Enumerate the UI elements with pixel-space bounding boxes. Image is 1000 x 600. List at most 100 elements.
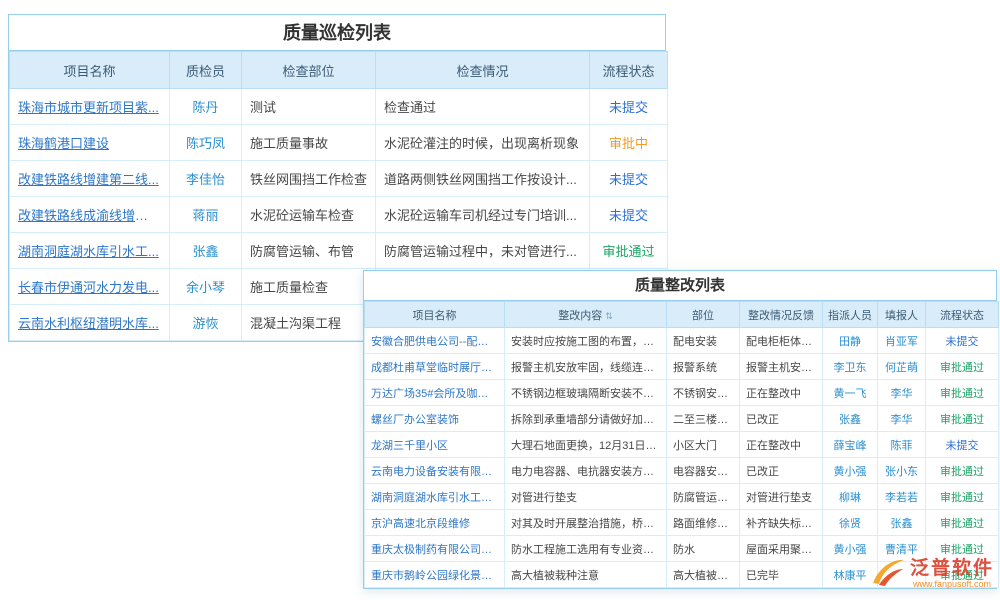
rectify-feedback: 正在整改中 [740, 380, 823, 406]
filler-name[interactable]: 李华 [878, 406, 926, 432]
assignee-name[interactable]: 柳琳 [823, 484, 878, 510]
rectify-part: 防水 [667, 536, 740, 562]
project-link[interactable]: 螺丝厂办公室装饰 [365, 406, 505, 432]
project-link[interactable]: 湖南洞庭湖水库引水工... [10, 233, 170, 269]
assignee-name[interactable]: 田静 [823, 328, 878, 354]
rectify-feedback: 报警主机安放... [740, 354, 823, 380]
project-link[interactable]: 安徽合肥供电公司--配电设备... [365, 328, 505, 354]
assignee-name[interactable]: 徐贤 [823, 510, 878, 536]
project-link[interactable]: 万达广场35#会所及咖啡厅空... [365, 380, 505, 406]
assignee-name[interactable]: 李卫东 [823, 354, 878, 380]
assignee-name[interactable]: 林康平 [823, 562, 878, 588]
watermark-brand: 泛普软件 [910, 559, 994, 579]
project-link[interactable]: 重庆市鹅岭公园绿化景观提升... [365, 562, 505, 588]
inspector-name[interactable]: 游恢 [170, 305, 242, 341]
project-link[interactable]: 京沪高速北京段维修 [365, 510, 505, 536]
table-row[interactable]: 改建铁路线成渝线增建第...蒋丽水泥砼运输车检查水泥砼运输车司机经过专门培训..… [10, 197, 668, 233]
project-link[interactable]: 改建铁路线增建第二线... [10, 161, 170, 197]
assignee-name[interactable]: 张鑫 [823, 406, 878, 432]
col-header-feedback: 整改情况反馈 [740, 302, 823, 328]
assignee-name[interactable]: 黄一飞 [823, 380, 878, 406]
table-row[interactable]: 珠海鹤港口建设陈巧凤施工质量事故水泥砼灌注的时候，出现离析现象审批中 [10, 125, 668, 161]
inspector-name[interactable]: 陈巧凤 [170, 125, 242, 161]
rectify-feedback: 已改正 [740, 458, 823, 484]
rectify-content: 不锈钢边框玻璃隔断安装不平... [505, 380, 667, 406]
filler-name[interactable]: 肖亚军 [878, 328, 926, 354]
rectify-part: 路面维修检... [667, 510, 740, 536]
status-badge: 未提交 [590, 161, 668, 197]
col-header-status: 流程状态 [926, 302, 999, 328]
table-row[interactable]: 湖南洞庭湖水库引水工程施工1标对管进行垫支防腐管运输...对管进行垫支柳琳李若若… [365, 484, 999, 510]
rectify-feedback: 配电柜柜体与... [740, 328, 823, 354]
filler-name[interactable]: 陈菲 [878, 432, 926, 458]
col-header-assignee: 指派人员 [823, 302, 878, 328]
inspection-situation: 水泥砼灌注的时候，出现离析现象 [376, 125, 590, 161]
project-link[interactable]: 云南电力设备安装有限公司20... [365, 458, 505, 484]
rectify-feedback: 补齐缺失标志... [740, 510, 823, 536]
assignee-name[interactable]: 黄小强 [823, 458, 878, 484]
rectify-part: 防腐管运输... [667, 484, 740, 510]
table-row[interactable]: 云南电力设备安装有限公司20...电力电容器、电抗器安装方案...电容器安装..… [365, 458, 999, 484]
col-header-location: 检查部位 [242, 52, 376, 89]
project-link[interactable]: 成都杜甫草堂临时展厅独立展... [365, 354, 505, 380]
status-badge: 未提交 [926, 432, 999, 458]
filler-name[interactable]: 李若若 [878, 484, 926, 510]
rectify-table-body: 安徽合肥供电公司--配电设备...安装时应按施工图的布置，将...配电安装配电柜… [365, 328, 999, 588]
filler-name[interactable]: 李华 [878, 380, 926, 406]
assignee-name[interactable]: 薛宝峰 [823, 432, 878, 458]
inspector-name[interactable]: 张鑫 [170, 233, 242, 269]
rectify-content: 对其及时开展整治措施，桥头... [505, 510, 667, 536]
project-link[interactable]: 珠海鹤港口建设 [10, 125, 170, 161]
status-badge: 审批通过 [926, 380, 999, 406]
filler-name[interactable]: 张小东 [878, 458, 926, 484]
rectify-content: 高大植被栽种注意 [505, 562, 667, 588]
project-link[interactable]: 改建铁路线成渝线增建第... [10, 197, 170, 233]
inspection-location: 施工质量事故 [242, 125, 376, 161]
col-header-content-label: 整改内容 [558, 310, 602, 322]
rectify-feedback: 正在整改中 [740, 432, 823, 458]
project-link[interactable]: 珠海市城市更新项目紫... [10, 89, 170, 125]
rectify-part: 配电安装 [667, 328, 740, 354]
project-link[interactable]: 湖南洞庭湖水库引水工程施工1标 [365, 484, 505, 510]
project-link[interactable]: 长春市伊通河水力发电... [10, 269, 170, 305]
project-link[interactable]: 重庆太极制药有限公司亳州... [365, 536, 505, 562]
table-row[interactable]: 成都杜甫草堂临时展厅独立展...报警主机安放牢固，线缆连接...报警系统报警主机… [365, 354, 999, 380]
status-badge: 审批通过 [926, 510, 999, 536]
col-header-content[interactable]: 整改内容⇅ [505, 302, 667, 328]
inspector-name[interactable]: 余小琴 [170, 269, 242, 305]
table-row[interactable]: 改建铁路线增建第二线...李佳怡铁丝网围挡工作检查道路两侧铁丝网围挡工作按设计.… [10, 161, 668, 197]
project-link[interactable]: 龙湖三千里小区 [365, 432, 505, 458]
page: 质量巡检列表 项目名称 质检员 检查部位 检查情况 流程状态 珠海市城市更新项目… [0, 0, 1000, 600]
inspector-name[interactable]: 蒋丽 [170, 197, 242, 233]
rectify-content: 防水工程施工选用有专业资质... [505, 536, 667, 562]
status-badge: 审批通过 [590, 233, 668, 269]
filler-name[interactable]: 张鑫 [878, 510, 926, 536]
table-row[interactable]: 龙湖三千里小区大理石地面更换，12月31日之...小区大门正在整改中薛宝峰陈菲未… [365, 432, 999, 458]
inspector-name[interactable]: 李佳怡 [170, 161, 242, 197]
inspection-location: 防腐管运输、布管 [242, 233, 376, 269]
project-link[interactable]: 云南水利枢纽潜明水库... [10, 305, 170, 341]
table-row[interactable]: 湖南洞庭湖水库引水工...张鑫防腐管运输、布管防腐管运输过程中，未对管进行...… [10, 233, 668, 269]
status-badge: 审批通过 [926, 406, 999, 432]
rectify-content: 报警主机安放牢固，线缆连接... [505, 354, 667, 380]
inspection-location: 水泥砼运输车检查 [242, 197, 376, 233]
col-header-status: 流程状态 [590, 52, 668, 89]
col-header-project: 项目名称 [10, 52, 170, 89]
inspection-situation: 防腐管运输过程中，未对管进行... [376, 233, 590, 269]
table-row[interactable]: 安徽合肥供电公司--配电设备...安装时应按施工图的布置，将...配电安装配电柜… [365, 328, 999, 354]
inspection-table-title: 质量巡检列表 [9, 15, 665, 51]
inspection-situation: 水泥砼运输车司机经过专门培训... [376, 197, 590, 233]
sort-icon[interactable]: ⇅ [605, 311, 613, 321]
table-row[interactable]: 珠海市城市更新项目紫...陈丹测试检查通过未提交 [10, 89, 668, 125]
assignee-name[interactable]: 黄小强 [823, 536, 878, 562]
status-badge: 未提交 [590, 197, 668, 233]
table-row[interactable]: 螺丝厂办公室装饰拆除到承重墙部分请做好加固...二至三楼混...已改正张鑫李华审… [365, 406, 999, 432]
inspection-location: 施工质量检查 [242, 269, 376, 305]
table-row[interactable]: 京沪高速北京段维修对其及时开展整治措施，桥头...路面维修检...补齐缺失标志.… [365, 510, 999, 536]
inspector-name[interactable]: 陈丹 [170, 89, 242, 125]
table-row[interactable]: 万达广场35#会所及咖啡厅空...不锈钢边框玻璃隔断安装不平...不锈钢安装..… [365, 380, 999, 406]
filler-name[interactable]: 何芷萌 [878, 354, 926, 380]
rectify-table-card: 质量整改列表 项目名称 整改内容⇅ 部位 整改情况反馈 指派人员 填报人 流程状… [363, 270, 997, 589]
rectify-feedback: 已改正 [740, 406, 823, 432]
rectify-content: 拆除到承重墙部分请做好加固... [505, 406, 667, 432]
